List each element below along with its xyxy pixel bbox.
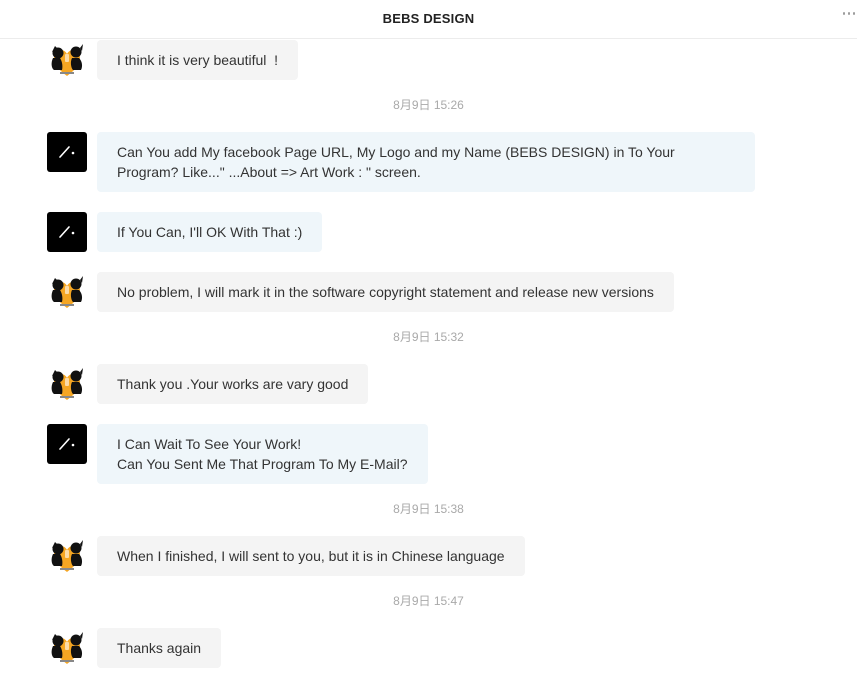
message-text: Can You Sent Me That Program To My E-Mai… [117,456,408,472]
timestamp: 8月9日 15:26 [393,98,464,112]
message-row: Can You add My facebook Page URL, My Log… [47,132,755,192]
message-text: When I finished, I will sent to you, but… [117,548,505,564]
message-text: Can You add My facebook Page URL, My Log… [117,144,675,160]
bebs-logo-avatar[interactable] [47,132,87,172]
timestamp: 8月9日 15:38 [393,502,464,516]
message-thread: I think it is very beautiful ! 8月9日 15:2… [0,0,857,680]
cartoon-couple-avatar[interactable] [47,40,87,80]
cartoon-couple-avatar[interactable] [47,272,87,312]
message-row: I Can Wait To See Your Work! Can You Sen… [47,424,428,484]
message-bubble: Thank you .Your works are vary good [97,364,369,404]
message-text: Thanks again [117,640,202,656]
cartoon-couple-avatar[interactable] [47,628,87,668]
timestamp: 8月9日 15:32 [393,330,464,344]
message-row: I think it is very beautiful ! [47,40,299,80]
message-bubble: If You Can, I'll OK With That :) [97,212,323,252]
message-row: Thank you .Your works are vary good [47,364,369,404]
bebs-logo-avatar[interactable] [47,212,87,252]
message-text: Thank you .Your works are vary good [117,376,349,392]
message-bubble: Can You add My facebook Page URL, My Log… [97,132,755,192]
message-text: No problem, I will mark it in the softwa… [117,284,654,300]
message-bubble: I Can Wait To See Your Work! Can You Sen… [97,424,428,484]
message-row: If You Can, I'll OK With That :) [47,212,323,252]
cartoon-couple-avatar[interactable] [47,364,87,404]
message-bubble: I think it is very beautiful ! [97,40,299,80]
message-bubble: Thanks again [97,628,222,668]
cartoon-couple-avatar[interactable] [47,536,87,576]
message-bubble: No problem, I will mark it in the softwa… [97,272,674,312]
message-bubble: When I finished, I will sent to you, but… [97,536,525,576]
message-text: I think it is very beautiful ! [117,52,279,68]
message-text: I Can Wait To See Your Work! [117,436,302,452]
timestamp: 8月9日 15:47 [393,594,464,608]
message-row: When I finished, I will sent to you, but… [47,536,525,576]
message-text: If You Can, I'll OK With That :) [117,224,303,240]
message-text: Program? Like..." ...About => Art Work :… [117,164,421,180]
message-row: Thanks again [47,628,222,668]
bebs-logo-avatar[interactable] [47,424,87,464]
message-row: No problem, I will mark it in the softwa… [47,272,674,312]
